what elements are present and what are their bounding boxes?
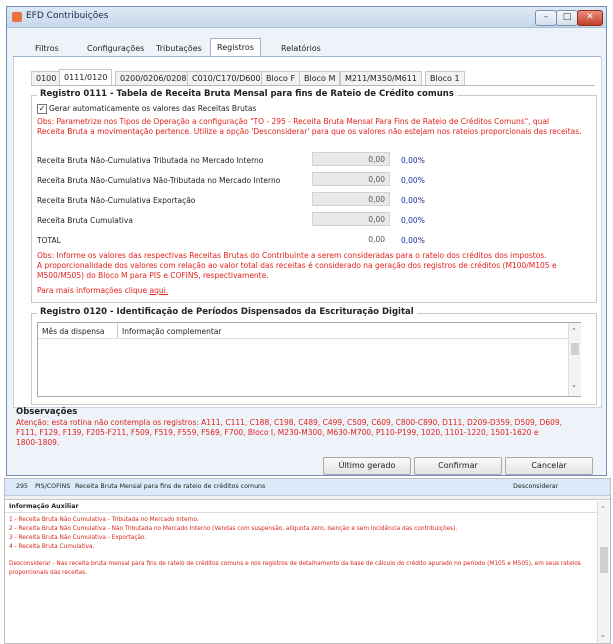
obs1-line1: Obs: Parametrize nos Tipos de Operação a… bbox=[37, 117, 550, 126]
subtab-0100[interactable]: 0100 bbox=[31, 71, 62, 86]
value-field[interactable]: 0,00 bbox=[312, 192, 390, 206]
subtab-c010[interactable]: C010/C170/D600 bbox=[187, 71, 266, 86]
column-divider bbox=[117, 323, 118, 338]
tab-configuracoes[interactable]: Configurações bbox=[81, 41, 150, 56]
percent-value: 0,00% bbox=[401, 156, 425, 165]
more-info-link[interactable]: aqui. bbox=[149, 286, 168, 295]
row-label: Receita Bruta Não-Cumulativa Não-Tributa… bbox=[37, 176, 281, 185]
info-line2: 2 - Receita Bruta Não Cumulativa - Não T… bbox=[9, 526, 458, 532]
subtab-bloco-f[interactable]: Bloco F bbox=[261, 71, 301, 86]
app-icon bbox=[12, 12, 22, 22]
obs2-line2: A proporcionalidade dos valores com rela… bbox=[37, 261, 557, 270]
observacoes-title: Observações bbox=[16, 407, 78, 417]
row-code: 295 bbox=[16, 483, 29, 490]
cancelar-button[interactable]: Cancelar bbox=[505, 457, 593, 475]
info-title: Informação Auxiliar bbox=[9, 503, 79, 510]
tab-filtros[interactable]: Filtros bbox=[29, 41, 65, 56]
total-value: 0,00 bbox=[312, 232, 390, 246]
table-header bbox=[38, 323, 580, 339]
more-info-label: Para mais informações clique bbox=[37, 286, 148, 295]
percent-value: 0,00% bbox=[401, 196, 425, 205]
info-scrollbar[interactable]: ⌃ ⌄ bbox=[597, 501, 610, 643]
subtab-bloco-m[interactable]: Bloco M bbox=[299, 71, 341, 86]
info-desconsiderar: Desconsiderar - Nas receita bruta mensal… bbox=[9, 561, 581, 576]
column-header: Informação complementar bbox=[122, 327, 222, 336]
info-divider bbox=[5, 512, 597, 513]
observacoes-line2: F111, F129, F139, F205-F211, F509, F519,… bbox=[16, 428, 539, 437]
percent-value: 0,00% bbox=[401, 216, 425, 225]
scroll-down-icon[interactable]: ⌄ bbox=[600, 631, 606, 639]
maximize-button[interactable]: □ bbox=[556, 10, 578, 26]
more-info-text: Para mais informações clique aqui. bbox=[37, 286, 168, 296]
subtab-m211[interactable]: M211/M350/M611 bbox=[340, 71, 422, 86]
scroll-up-icon[interactable]: ⌃ bbox=[571, 327, 577, 335]
row-description: Receita Bruta Mensal para fins de rateio… bbox=[75, 483, 266, 490]
scroll-thumb[interactable] bbox=[600, 547, 608, 573]
tab-relatorios[interactable]: Relatórios bbox=[275, 41, 327, 56]
subtab-0200[interactable]: 0200/0206/0208 bbox=[115, 71, 192, 86]
obs2-line3: M500/M505) do Bloco M para PIS e COFINS,… bbox=[37, 271, 269, 280]
column-header: Mês da dispensa bbox=[42, 327, 105, 336]
obs1-line2: Receita Bruta a movimentação pertence. U… bbox=[37, 127, 582, 136]
total-label: TOTAL bbox=[37, 236, 61, 245]
tab-registros[interactable]: Registros bbox=[210, 38, 261, 57]
confirmar-button[interactable]: Confirmar bbox=[414, 457, 502, 475]
obs2-line1: Obs: Informe os valores das respectivas … bbox=[37, 251, 547, 260]
subtab-bloco-1[interactable]: Bloco 1 bbox=[425, 71, 465, 86]
generate-checkbox[interactable]: ✓ bbox=[37, 104, 47, 114]
reg0111-title: Registro 0111 - Tabela de Receita Bruta … bbox=[37, 89, 457, 99]
row-tax: PIS/COFINS bbox=[35, 483, 71, 490]
table-scrollbar[interactable]: ⌃ ⌄ bbox=[568, 323, 581, 396]
observacoes-line1: Atenção: esta rotina não contempla os re… bbox=[16, 418, 563, 427]
minimize-button[interactable]: – bbox=[535, 10, 557, 26]
percent-value: 0,00% bbox=[401, 176, 425, 185]
row-label: Receita Bruta Cumulativa bbox=[37, 216, 133, 225]
efd-window: EFD Contribuições – □ ✕ Filtros Configur… bbox=[6, 6, 607, 476]
row-action: Desconsiderar bbox=[513, 483, 559, 490]
total-percent: 0,00% bbox=[401, 236, 425, 245]
reg0120-title: Registro 0120 - Identificação de Período… bbox=[37, 307, 417, 317]
value-field[interactable]: 0,00 bbox=[312, 172, 390, 186]
row-label: Receita Bruta Não-Cumulativa Exportação bbox=[37, 196, 196, 205]
scroll-thumb[interactable] bbox=[571, 343, 579, 355]
dispensa-table[interactable]: Mês da dispensa Informação complementar … bbox=[37, 322, 581, 397]
window-title: EFD Contribuições bbox=[26, 11, 109, 21]
scroll-up-icon[interactable]: ⌃ bbox=[600, 505, 606, 513]
info-line1: 1 - Receita Bruta Não Cumulativa - Tribu… bbox=[9, 517, 199, 523]
generate-checkbox-label: Gerar automaticamente os valores das Rec… bbox=[49, 104, 257, 113]
lower-panel: 295 PIS/COFINS Receita Bruta Mensal para… bbox=[4, 478, 611, 644]
value-field[interactable]: 0,00 bbox=[312, 212, 390, 226]
row-label: Receita Bruta Não-Cumulativa Tributada n… bbox=[37, 156, 264, 165]
splitter[interactable] bbox=[5, 499, 610, 500]
value-field[interactable]: 0,00 bbox=[312, 152, 390, 166]
title-bar: EFD Contribuições – □ ✕ bbox=[7, 7, 606, 28]
subtab-divider bbox=[31, 85, 595, 86]
tab-tributacoes[interactable]: Tributações bbox=[150, 41, 208, 56]
ultimo-gerado-button[interactable]: Último gerado bbox=[323, 457, 411, 475]
info-line4: 4 - Receita Bruta Cumulativa. bbox=[9, 544, 95, 550]
info-line3: 3 - Receita Bruta Não Cumulativa - Expor… bbox=[9, 535, 147, 541]
table-row[interactable]: 295 PIS/COFINS Receita Bruta Mensal para… bbox=[5, 479, 610, 496]
observacoes-line3: 1800-1809. bbox=[16, 438, 60, 447]
subtab-0111-0120[interactable]: 0111/0120 bbox=[59, 69, 113, 86]
scroll-down-icon[interactable]: ⌄ bbox=[571, 381, 577, 389]
close-button[interactable]: ✕ bbox=[577, 10, 603, 26]
